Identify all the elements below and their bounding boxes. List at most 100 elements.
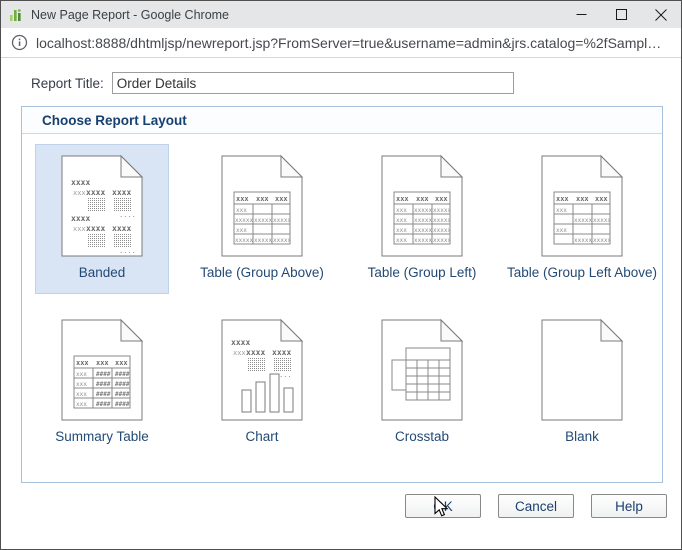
svg-text:xxxxx: xxxxx	[254, 217, 272, 224]
svg-text:xxx: xxx	[236, 227, 247, 234]
layout-option-blank[interactable]: Blank	[515, 308, 649, 458]
table-group-left-above-layout-icon: xxxxxxxxx xxx xxxxxxxxxx xxx xxxxxxxxxx	[540, 154, 624, 258]
url-bar: localhost:8888/dhtmljsp/newreport.jsp?Fr…	[1, 28, 681, 58]
report-title-row: Report Title:	[31, 72, 681, 94]
svg-text:xxxxx: xxxxx	[414, 227, 432, 234]
svg-text:####: ####	[96, 401, 111, 408]
svg-text:....: ....	[119, 247, 136, 255]
svg-text:xxxx: xxxx	[246, 348, 265, 357]
maximize-button[interactable]	[601, 1, 641, 28]
svg-text:xxx: xxx	[396, 237, 407, 244]
svg-text:...: ...	[279, 371, 292, 379]
layout-option-label: Chart	[245, 429, 278, 444]
svg-text:xxxxx: xxxxx	[273, 237, 291, 244]
window-titlebar: New Page Report - Google Chrome	[1, 1, 681, 28]
svg-text:xxxx: xxxx	[71, 178, 90, 187]
banded-layout-icon: xxxx xxxxxxxx xxxx xxxxxxxx xxx xxx ....…	[60, 154, 144, 258]
layout-option-label: Crosstab	[395, 429, 449, 444]
svg-text:xxxxx: xxxxx	[235, 217, 253, 224]
svg-text:xxx: xxx	[76, 391, 87, 398]
table-group-left-layout-icon: xxxxxxxxx xxxxxxxxxxxxx xxxxxxxxxxxxx xx…	[380, 154, 464, 258]
layout-option-summary-table[interactable]: xxxxxxxxx xxxxxxxxxxxx ######## ########…	[35, 308, 169, 458]
summary-table-layout-icon: xxxxxxxxx xxxxxxxxxxxx ######## ########…	[60, 318, 144, 422]
layout-option-label: Table (Group Left Above)	[507, 265, 657, 280]
ok-button-label: OK	[433, 499, 453, 514]
svg-text:xxxxx: xxxxx	[414, 207, 432, 214]
layout-option-table-group-left[interactable]: xxxxxxxxx xxxxxxxxxxxxx xxxxxxxxxxxxx xx…	[355, 144, 489, 294]
minimize-button[interactable]	[561, 1, 601, 28]
chrome-popup-window: New Page Report - Google Chrome localhos…	[0, 0, 682, 550]
svg-text:xxxxx: xxxxx	[414, 237, 432, 244]
svg-text:xxx: xxx	[76, 371, 87, 378]
close-button[interactable]	[641, 1, 681, 28]
svg-text:xxx: xxx	[76, 359, 89, 367]
svg-text:....: ....	[119, 211, 136, 219]
layout-option-table-group-left-above[interactable]: xxxxxxxxx xxx xxxxxxxxxx xxx xxxxxxxxxx …	[515, 144, 649, 294]
jaspersoft-logo-icon	[9, 8, 23, 22]
panel-heading: Choose Report Layout	[22, 107, 662, 134]
report-title-label: Report Title:	[31, 76, 104, 91]
svg-text:xxx: xxx	[556, 207, 567, 214]
svg-text:####: ####	[115, 381, 130, 388]
layout-option-table-group-above[interactable]: xxxxxxxxx xxx xxxxxxxxxxxxxxx xxx xxxxxx…	[195, 144, 329, 294]
layout-option-label: Table (Group Above)	[200, 265, 324, 280]
layout-option-banded[interactable]: xxxx xxxxxxxx xxxx xxxxxxxx xxx xxx ....…	[35, 144, 169, 294]
minimize-icon	[576, 9, 587, 20]
svg-text:xxxx: xxxx	[71, 214, 90, 223]
svg-text:xxxxx: xxxxx	[235, 237, 253, 244]
svg-text:xxx: xxx	[396, 207, 407, 214]
svg-text:xxx: xxx	[396, 217, 407, 224]
svg-text:xxx: xxx	[115, 359, 128, 367]
window-controls	[561, 1, 681, 28]
svg-text:xxx: xxx	[76, 401, 87, 408]
svg-text:xxxxx: xxxxx	[574, 237, 592, 244]
svg-text:xxxxx: xxxxx	[433, 237, 451, 244]
svg-text:xxx: xxx	[556, 227, 567, 234]
layout-option-crosstab[interactable]: Crosstab	[355, 308, 489, 458]
layout-option-chart[interactable]: xxxx xxxxxxxx xxx ... Chart	[195, 308, 329, 458]
svg-text:xxx: xxx	[576, 195, 589, 203]
svg-text:####: ####	[115, 371, 130, 378]
svg-text:xxx: xxx	[73, 225, 86, 233]
svg-text:xxxxx: xxxxx	[593, 217, 611, 224]
svg-text:xxx: xxx	[73, 189, 86, 197]
dialog-button-row: OK Cancel Help	[405, 494, 667, 518]
svg-text:xxxxx: xxxxx	[433, 217, 451, 224]
svg-text:xxx: xxx	[435, 195, 448, 203]
layout-option-label: Blank	[565, 429, 599, 444]
crosstab-layout-icon	[380, 318, 464, 422]
cancel-button[interactable]: Cancel	[498, 494, 574, 518]
ok-button[interactable]: OK	[405, 494, 481, 518]
svg-text:xxxxx: xxxxx	[593, 237, 611, 244]
maximize-icon	[616, 9, 627, 20]
svg-text:xxxx: xxxx	[86, 188, 105, 197]
help-button[interactable]: Help	[591, 494, 667, 518]
svg-text:xxx: xxx	[256, 195, 269, 203]
close-icon	[655, 9, 667, 21]
svg-text:xxxxx: xxxxx	[254, 237, 272, 244]
report-title-input[interactable]	[112, 72, 514, 94]
svg-text:xxx: xxx	[595, 195, 608, 203]
layout-option-label: Summary Table	[55, 429, 149, 444]
svg-text:xxx: xxx	[96, 359, 109, 367]
chart-layout-icon: xxxx xxxxxxxx xxx ...	[220, 318, 304, 422]
svg-text:xxx: xxx	[236, 207, 247, 214]
svg-text:####: ####	[96, 371, 111, 378]
svg-text:xxxx: xxxx	[272, 348, 291, 357]
cancel-button-label: Cancel	[515, 499, 557, 514]
layout-option-label: Banded	[79, 265, 126, 280]
info-icon[interactable]	[11, 34, 28, 51]
svg-text:xxxxx: xxxxx	[273, 217, 291, 224]
svg-text:xxx: xxx	[396, 227, 407, 234]
layout-options-grid: xxxx xxxxxxxx xxxx xxxxxxxx xxx xxx ....…	[22, 134, 662, 458]
svg-text:xxx: xxx	[76, 381, 87, 388]
table-group-above-layout-icon: xxxxxxxxx xxx xxxxxxxxxxxxxxx xxx xxxxxx…	[220, 154, 304, 258]
svg-text:xxx: xxx	[233, 349, 246, 357]
svg-text:####: ####	[96, 381, 111, 388]
svg-text:xxx: xxx	[396, 195, 409, 203]
svg-text:xxx: xxx	[275, 195, 288, 203]
layout-option-label: Table (Group Left)	[368, 265, 477, 280]
help-button-label: Help	[615, 499, 643, 514]
svg-text:xxxxx: xxxxx	[414, 217, 432, 224]
svg-text:xxx: xxx	[236, 195, 249, 203]
